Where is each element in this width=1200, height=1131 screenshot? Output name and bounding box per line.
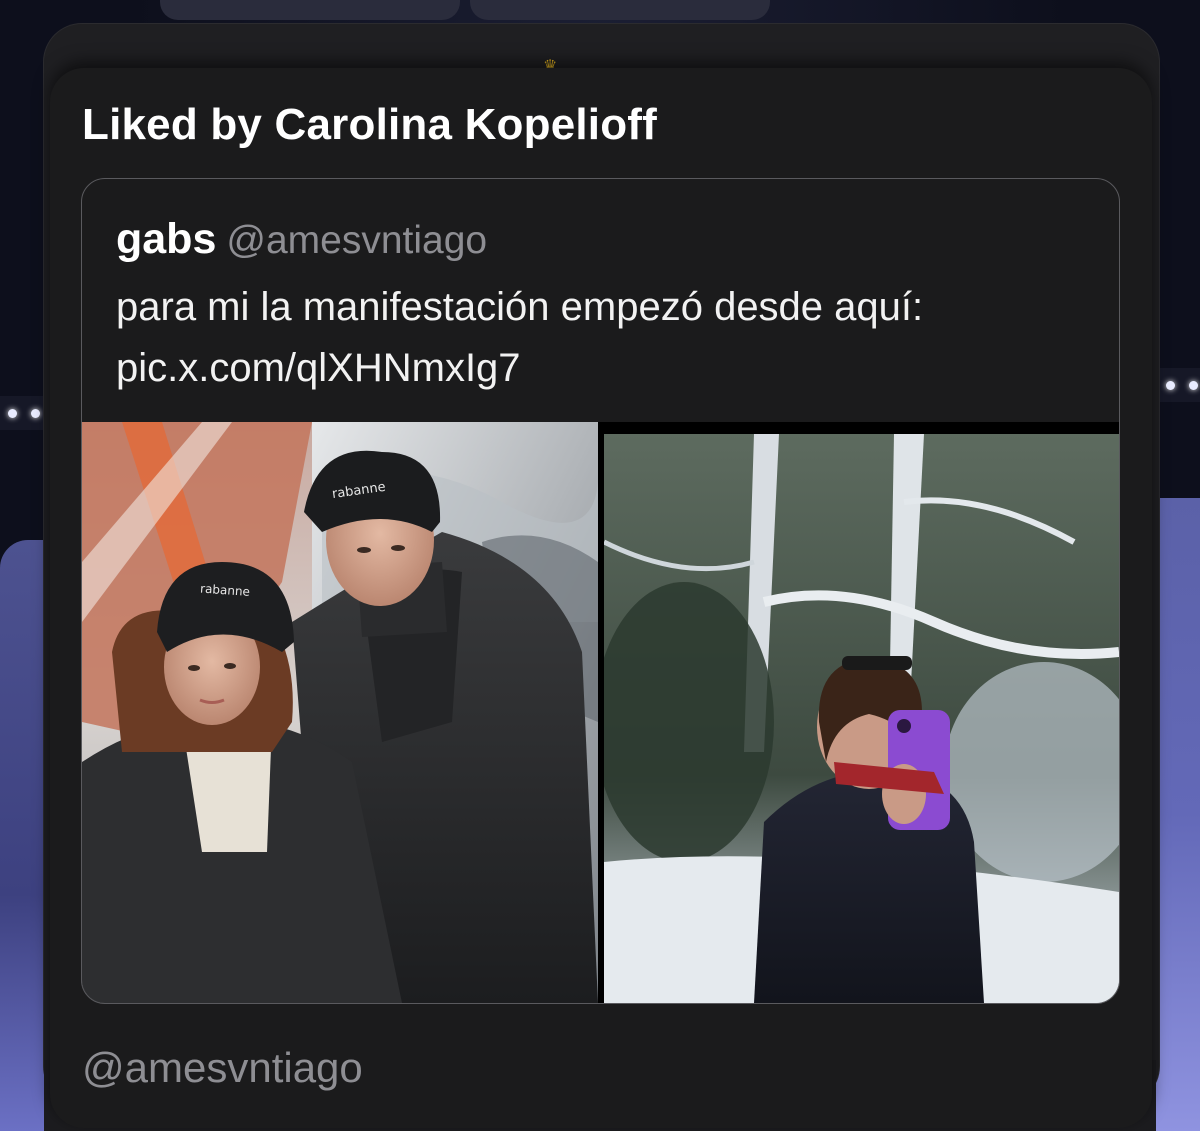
photo-snow-forest[interactable] xyxy=(604,422,1119,1003)
photo-couple[interactable]: rabanne rabanne xyxy=(82,422,598,1003)
light-dot xyxy=(31,408,40,418)
tweet-text-line: para mi la manifestación empezó desde aq… xyxy=(116,285,924,329)
background-shape xyxy=(160,0,460,20)
liked-by-title: Liked by Carolina Kopelioff xyxy=(82,100,658,149)
author-handle[interactable]: @amesvntiago xyxy=(226,219,487,262)
tweet-link[interactable]: pic.x.com/qlXHNmxIg7 xyxy=(116,338,1096,399)
light-dot xyxy=(1166,380,1175,390)
media-grid: rabanne rabanne xyxy=(82,422,1119,1003)
quoted-tweet[interactable]: gabs @amesvntiago para mi la manifestació… xyxy=(81,178,1120,1004)
background-shape xyxy=(470,0,770,20)
background-light-strip xyxy=(1158,368,1200,402)
author-name[interactable]: gabs xyxy=(116,215,216,263)
quoted-tweet-header: gabs @amesvntiago xyxy=(116,215,487,264)
quoted-tweet-text: para mi la manifestación empezó desde aq… xyxy=(116,277,1096,399)
light-dot xyxy=(1189,380,1198,390)
footer-handle[interactable]: @amesvntiago xyxy=(82,1044,363,1092)
light-dot xyxy=(8,408,17,418)
